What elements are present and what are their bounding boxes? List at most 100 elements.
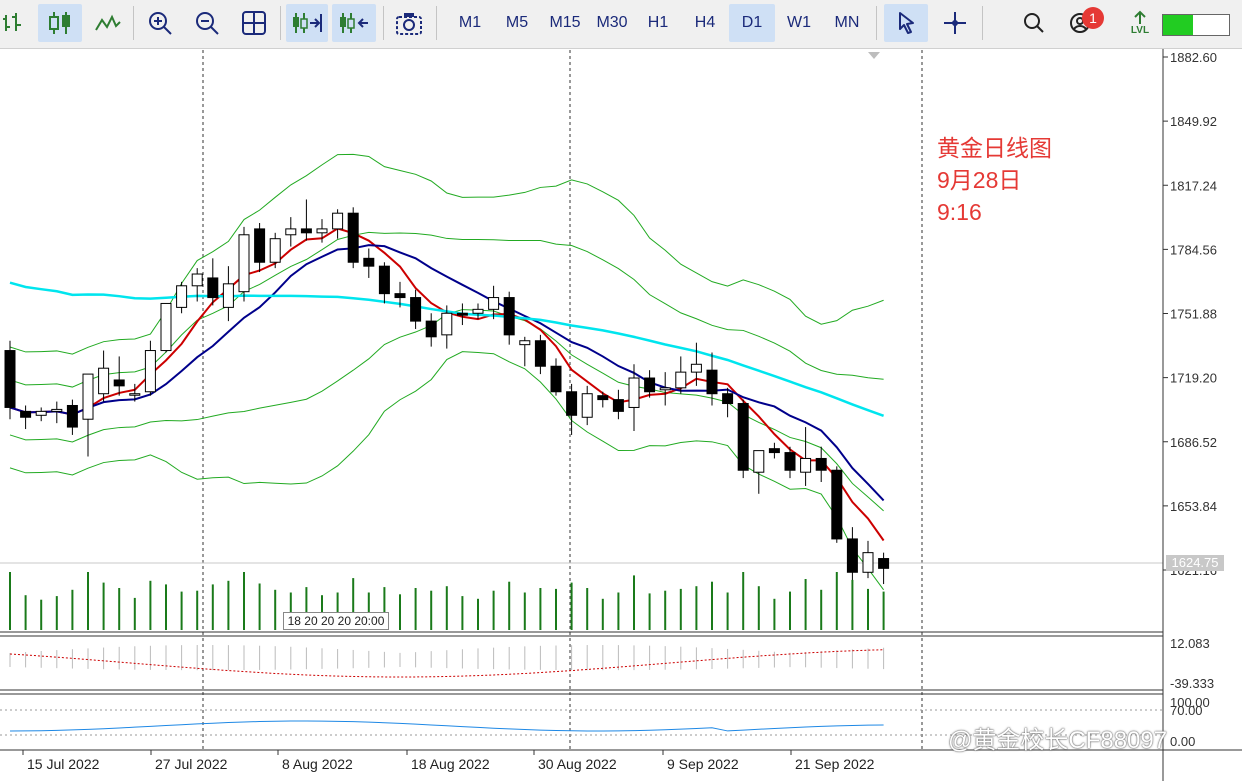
- bullish-candle: [659, 387, 671, 391]
- zoom-out-icon[interactable]: [187, 4, 227, 42]
- bearish-candle: [410, 297, 422, 322]
- bullish-candle: [238, 234, 250, 293]
- bullish-candle: [862, 552, 874, 573]
- chart-end-marker: [868, 52, 880, 59]
- bearish-candle: [722, 393, 734, 405]
- chart-shift-icon[interactable]: [332, 4, 376, 42]
- osc-axis-label: -39.333: [1170, 676, 1214, 691]
- annotation-title: 黄金日线图: [937, 135, 1052, 161]
- bullish-candle: [285, 228, 297, 236]
- candlestick-icon[interactable]: [38, 4, 82, 42]
- timeframe-m15[interactable]: M15: [541, 4, 589, 42]
- date-tick-label: 15 Jul 2022: [27, 756, 100, 772]
- notification-badge: 1: [1082, 7, 1104, 29]
- bullish-candle: [690, 363, 702, 373]
- bearish-candle: [207, 277, 219, 299]
- rsi-axis-label: 0.00: [1170, 734, 1195, 749]
- bearish-candle: [815, 457, 827, 471]
- date-tick-label: 9 Sep 2022: [667, 756, 739, 772]
- bullish-candle: [35, 410, 47, 416]
- bullish-candle: [129, 393, 141, 396]
- bullish-candle: [98, 367, 110, 395]
- medium-moving-average: [9, 244, 885, 502]
- price-tick-label: 1719.20: [1170, 371, 1217, 386]
- bullish-candle: [144, 350, 156, 393]
- price-tick-label: 1686.52: [1170, 435, 1217, 450]
- bearish-candle: [378, 265, 390, 295]
- timeframe-m1[interactable]: M1: [448, 4, 492, 42]
- chart-annotation: 黄金日线图 9月28日 9:16: [937, 132, 1052, 228]
- bearish-candle: [503, 297, 515, 336]
- zoom-in-icon[interactable]: [140, 4, 180, 42]
- bar-chart-icon[interactable]: [0, 4, 28, 42]
- timeframe-h1[interactable]: H1: [637, 4, 679, 42]
- price-tick-label: 1882.60: [1170, 50, 1217, 65]
- rsi-line: [9, 720, 884, 732]
- bullish-candle: [472, 308, 484, 314]
- lower-envelope-band: [9, 351, 885, 591]
- auto-scroll-icon[interactable]: [286, 4, 328, 42]
- date-tick-label: 21 Sep 2022: [795, 756, 875, 772]
- bullish-candle: [753, 450, 765, 473]
- price-chart[interactable]: 1882.60 1849.92 1817.24 1784.56 1751.88 1719.…: [0, 0, 1242, 781]
- bullish-candle: [176, 285, 188, 308]
- screenshot-icon[interactable]: [390, 4, 428, 42]
- slow-moving-average: [9, 281, 885, 417]
- bullish-candle: [675, 371, 687, 389]
- bullish-candle: [628, 377, 640, 408]
- bearish-candle: [878, 558, 890, 569]
- bearish-candle: [846, 538, 858, 573]
- toolbar: M1 M5 M15 M30 H1 H4 D1 W1 MN 1 LVL: [0, 0, 1242, 49]
- connection-status-bar: [1162, 14, 1230, 36]
- date-tick-label: 30 Aug 2022: [538, 756, 617, 772]
- bullish-candle: [800, 457, 812, 473]
- date-tick-label: 18 Aug 2022: [411, 756, 490, 772]
- osc-axis-label: 12.083: [1170, 636, 1210, 651]
- bearish-candle: [566, 391, 578, 416]
- bearish-candle: [66, 404, 78, 428]
- bullish-candle: [316, 228, 328, 234]
- bearish-candle: [394, 293, 406, 299]
- bearish-candle: [706, 369, 718, 395]
- search-icon[interactable]: [1014, 4, 1054, 42]
- bullish-candle: [332, 212, 344, 230]
- watermark: @黄金校长CF88097: [948, 727, 1168, 754]
- bullish-candle: [581, 393, 593, 418]
- current-price-label: 1624.75: [1166, 555, 1224, 571]
- price-tick-label: 1817.24: [1170, 178, 1217, 193]
- bullish-candle: [82, 373, 94, 420]
- price-tick-label: 1653.84: [1170, 499, 1217, 514]
- bullish-candle: [441, 312, 453, 336]
- bearish-candle: [254, 228, 266, 263]
- bearish-candle: [831, 469, 843, 540]
- price-tick-label: 1849.92: [1170, 114, 1217, 129]
- timeframe-h4[interactable]: H4: [684, 4, 726, 42]
- annotation-date: 9月28日: [937, 167, 1022, 193]
- bearish-candle: [363, 257, 375, 267]
- date-tick-label: 27 Jul 2022: [155, 756, 228, 772]
- lvl-label: LVL: [1130, 25, 1150, 36]
- timeframe-mn[interactable]: MN: [824, 4, 870, 42]
- bearish-candle: [597, 395, 609, 401]
- bearish-candle: [768, 448, 780, 454]
- timeframe-d1[interactable]: D1: [729, 4, 775, 42]
- bearish-candle: [534, 340, 546, 367]
- bearish-candle: [784, 452, 796, 471]
- bullish-candle: [160, 302, 172, 352]
- timeframe-w1[interactable]: W1: [778, 4, 820, 42]
- rsi-axis-label: 70.00: [1170, 703, 1203, 718]
- annotation-time: 9:16: [937, 199, 982, 225]
- grid-icon[interactable]: [234, 4, 274, 42]
- bearish-candle: [300, 228, 312, 234]
- cursor-icon[interactable]: [884, 4, 928, 42]
- bullish-candle: [51, 408, 63, 412]
- crosshair-icon[interactable]: [935, 4, 975, 42]
- bearish-candle: [4, 350, 16, 408]
- line-chart-icon[interactable]: [88, 4, 128, 42]
- bearish-candle: [550, 365, 562, 393]
- bearish-candle: [737, 403, 749, 471]
- timeframe-m30[interactable]: M30: [589, 4, 635, 42]
- price-tick-label: 1784.56: [1170, 242, 1217, 257]
- timeframe-m5[interactable]: M5: [495, 4, 539, 42]
- signal-level-icon[interactable]: LVL: [1122, 4, 1158, 42]
